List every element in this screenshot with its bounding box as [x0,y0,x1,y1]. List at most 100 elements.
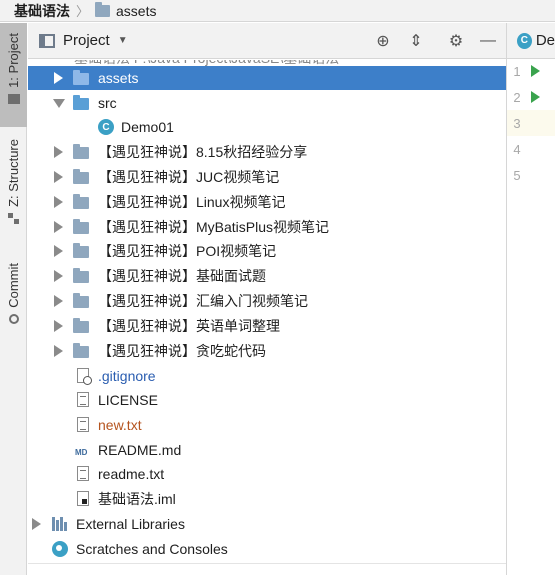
breadcrumb-folder[interactable]: assets [116,3,156,19]
chevron-right-icon[interactable] [54,295,63,307]
text-file-icon [77,466,89,481]
tree-item-folder[interactable]: 【遇见狂神说】8.15秋招经验分享 [28,140,506,164]
chevron-right-icon[interactable] [54,146,63,158]
tree-item-folder[interactable]: 【遇见狂神说】基础面试题 [28,264,506,288]
module-file-icon [77,491,89,506]
tree-item-external-libraries[interactable]: External Libraries [28,512,506,536]
java-class-icon: C [517,32,532,49]
gutter-line: 4 [507,136,555,162]
tab-structure[interactable]: Z: Structure [0,139,27,257]
tab-commit-label: Commit [6,263,21,308]
project-tree: 基础语法 F:\Java Project\JavaSE\基础语法 assets … [28,60,506,575]
tree-item-label: Scratches and Consoles [76,541,228,557]
project-toolbar: Project ▼ ⊕ ⇕ ⚙ — [28,23,506,59]
chevron-right-icon[interactable] [32,518,41,530]
java-class-icon: C [98,119,114,135]
tree-item-folder[interactable]: 【遇见狂神说】汇编入门视频笔记 [28,289,506,313]
tree-item-label: 【遇见狂神说】贪吃蛇代码 [98,343,266,359]
tree-item-iml[interactable]: 基础语法.iml [28,487,506,511]
tree-item-label: 【遇见狂神说】JUC视频笔记 [98,169,280,185]
chevron-down-icon[interactable] [53,99,65,108]
tree-item-license[interactable]: LICENSE [28,388,506,412]
tree-item-label: README.md [98,442,182,458]
folder-icon [95,1,111,17]
chevron-right-icon[interactable] [54,345,63,357]
folder-icon [73,243,89,258]
gutter-line: 2 [507,84,555,110]
tree-item-label: .gitignore [98,368,156,384]
navigation-breadcrumb: 基础语法 〉 assets [0,0,555,22]
editor-area: C De 1 2 3 4 5 [507,23,555,575]
breadcrumb-project[interactable]: 基础语法 [14,1,70,21]
tab-project[interactable]: 1: Project [0,23,27,127]
chevron-right-icon[interactable] [54,171,63,183]
tree-item-label: 【遇见狂神说】Linux视频笔记 [98,194,286,210]
tree-item-folder[interactable]: 【遇见狂神说】JUC视频笔记 [28,165,506,189]
tree-item-label: assets [98,70,139,86]
tree-item-folder[interactable]: 【遇见狂神说】MyBatisPlus视频笔记 [28,215,506,239]
chevron-right-icon[interactable] [54,72,63,84]
tree-item-folder[interactable]: 【遇见狂神说】Linux视频笔记 [28,190,506,214]
chevron-right-icon[interactable] [54,196,63,208]
project-view-icon [39,33,55,48]
line-number: 4 [513,141,521,157]
commit-icon [8,313,19,324]
tree-item-demo01[interactable]: C Demo01 [28,115,506,139]
tab-project-label: 1: Project [6,33,21,88]
editor-tab-label: De [535,32,555,49]
tree-item-label: 基础语法.iml [98,491,176,507]
tree-item-label: 【遇见狂神说】8.15秋招经验分享 [98,144,308,160]
gear-icon[interactable]: ⚙ [446,31,466,51]
tree-item-label: 【遇见狂神说】POI视频笔记 [98,243,277,259]
source-folder-icon [73,95,89,110]
project-tool-icon [7,93,20,104]
folder-icon [73,318,89,333]
chevron-right-icon[interactable] [54,221,63,233]
tree-item-label: 【遇见狂神说】英语单词整理 [98,318,280,334]
locate-file-icon[interactable]: ⊕ [373,31,393,51]
tree-item-gitignore[interactable]: .gitignore [28,364,506,388]
hide-panel-icon[interactable]: — [478,31,498,51]
horizontal-scrollbar[interactable] [28,563,506,575]
tree-item-label: new.txt [98,417,142,433]
tab-commit[interactable]: Commit [0,263,27,335]
chevron-down-icon[interactable]: ▼ [118,35,128,46]
left-tool-strip: 1: Project Z: Structure Commit [0,23,27,575]
tree-item-readme-md[interactable]: MD README.md [28,438,506,462]
breadcrumb-separator: 〉 [76,4,90,19]
project-panel: Project ▼ ⊕ ⇕ ⚙ — 基础语法 F:\Java Project\J… [28,23,506,575]
tree-item-scratches[interactable]: Scratches and Consoles [28,537,506,561]
tree-item-folder[interactable]: 【遇见狂神说】贪吃蛇代码 [28,339,506,363]
gutter-line: 5 [507,162,555,188]
tree-item-label: readme.txt [98,466,165,482]
tree-item-readme-txt[interactable]: readme.txt [28,462,506,486]
tree-item-assets[interactable]: assets [28,66,506,90]
folder-icon [73,293,89,308]
tree-item-folder[interactable]: 【遇见狂神说】POI视频笔记 [28,239,506,263]
editor-tab[interactable]: C De [507,23,555,59]
gutter-line-current[interactable]: 3 [507,110,555,136]
library-icon [52,517,68,531]
tab-structure-label: Z: Structure [6,139,21,207]
folder-icon [73,343,89,358]
tree-item-new-txt[interactable]: new.txt [28,413,506,437]
run-icon[interactable] [531,65,540,77]
chevron-right-icon[interactable] [54,320,63,332]
tree-item-label: Demo01 [121,119,174,135]
folder-icon [73,169,89,184]
chevron-right-icon[interactable] [54,245,63,257]
project-view-title[interactable]: Project [63,32,110,49]
tree-item-label: External Libraries [76,516,185,532]
tree-item-label: 【遇见狂神说】MyBatisPlus视频笔记 [98,219,330,235]
line-number: 5 [513,167,521,183]
collapse-all-icon[interactable]: ⇕ [406,31,426,51]
folder-icon [73,70,89,85]
structure-icon [8,212,19,224]
folder-icon [73,194,89,209]
line-number: 1 [513,63,521,79]
scratches-icon [52,541,68,557]
tree-item-src[interactable]: src [28,91,506,115]
tree-item-folder[interactable]: 【遇见狂神说】英语单词整理 [28,314,506,338]
run-icon[interactable] [531,91,540,103]
chevron-right-icon[interactable] [54,270,63,282]
